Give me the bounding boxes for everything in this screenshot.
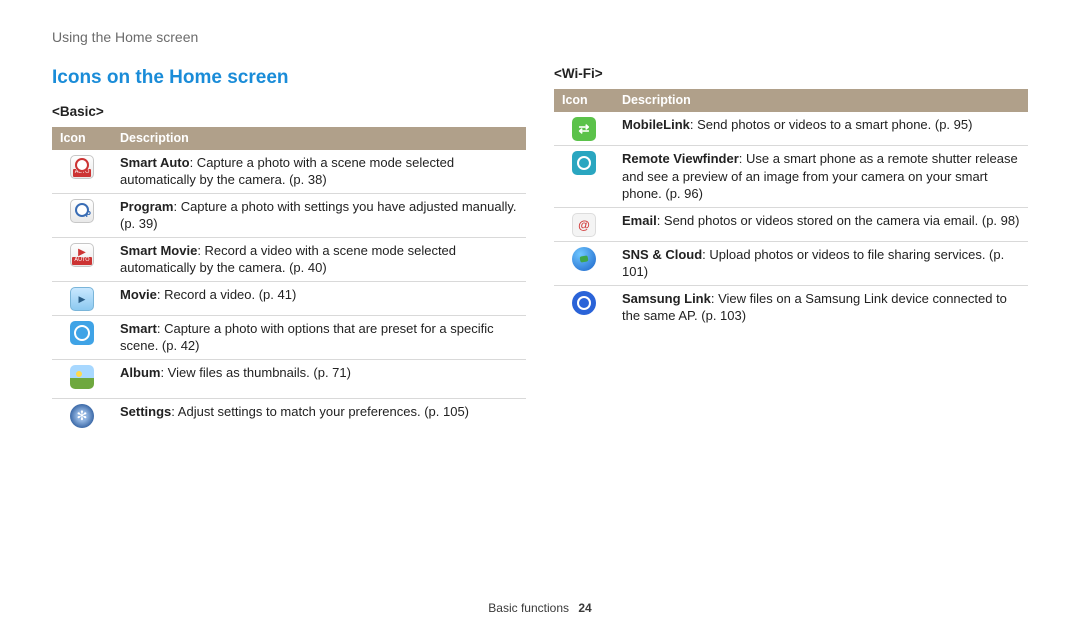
table-row: MobileLink: Send photos or videos to a s… — [554, 112, 1028, 146]
remote-vf-icon — [572, 151, 596, 175]
smart-movie-icon — [70, 243, 94, 267]
icon-cell — [52, 360, 112, 399]
table-row: Smart Auto: Capture a photo with a scene… — [52, 150, 526, 194]
description-term: Samsung Link — [622, 291, 711, 306]
table-header-desc: Description — [614, 89, 1028, 112]
table-row: Smart: Capture a photo with options that… — [52, 315, 526, 359]
description-cell: Movie: Record a video. (p. 41) — [112, 281, 526, 315]
table-header-icon: Icon — [52, 127, 112, 150]
description-term: Movie — [120, 287, 157, 302]
description-cell: Remote Viewfinder: Use a smart phone as … — [614, 145, 1028, 207]
group-label-basic: <Basic> — [52, 103, 526, 121]
description-text: : Record a video. (p. 41) — [157, 287, 296, 302]
description-cell: Program: Capture a photo with settings y… — [112, 193, 526, 237]
description-cell: Settings: Adjust settings to match your … — [112, 398, 526, 432]
description-cell: Smart Movie: Record a video with a scene… — [112, 237, 526, 281]
column-right: <Wi-Fi> Icon Description MobileLink: Sen… — [554, 65, 1028, 432]
icon-cell — [554, 112, 614, 146]
description-text: : Adjust settings to match your preferen… — [171, 404, 469, 419]
description-cell: Album: View files as thumbnails. (p. 71) — [112, 360, 526, 399]
email-icon — [572, 213, 596, 237]
table-row: Settings: Adjust settings to match your … — [52, 398, 526, 432]
column-left: Icons on the Home screen <Basic> Icon De… — [52, 65, 526, 432]
description-term: MobileLink — [622, 117, 690, 132]
description-text: : Send photos or videos stored on the ca… — [657, 213, 1020, 228]
table-row: Movie: Record a video. (p. 41) — [52, 281, 526, 315]
description-term: Album — [120, 365, 160, 380]
movie-icon — [70, 287, 94, 311]
icon-cell — [554, 145, 614, 207]
smart-icon — [70, 321, 94, 345]
icon-cell — [52, 281, 112, 315]
icon-cell — [554, 285, 614, 329]
description-term: Remote Viewfinder — [622, 151, 739, 166]
icon-cell — [52, 315, 112, 359]
table-row: Program: Capture a photo with settings y… — [52, 193, 526, 237]
description-term: Program — [120, 199, 173, 214]
table-header-desc: Description — [112, 127, 526, 150]
description-term: Settings — [120, 404, 171, 419]
table-row: Album: View files as thumbnails. (p. 71) — [52, 360, 526, 399]
icon-cell — [52, 237, 112, 281]
description-cell: SNS & Cloud: Upload photos or videos to … — [614, 241, 1028, 285]
description-text: : Capture a photo with options that are … — [120, 321, 494, 354]
table-row: Email: Send photos or videos stored on t… — [554, 207, 1028, 241]
mobilelink-icon — [572, 117, 596, 141]
description-term: Email — [622, 213, 657, 228]
breadcrumb: Using the Home screen — [52, 28, 1028, 47]
description-term: Smart — [120, 321, 157, 336]
smart-auto-icon — [70, 155, 94, 179]
icon-cell — [554, 207, 614, 241]
icon-cell — [554, 241, 614, 285]
description-cell: Smart Auto: Capture a photo with a scene… — [112, 150, 526, 194]
footer-section: Basic functions — [488, 601, 569, 615]
description-term: Smart Auto — [120, 155, 190, 170]
description-text: : Send photos or videos to a smart phone… — [690, 117, 973, 132]
description-cell: Samsung Link: View files on a Samsung Li… — [614, 285, 1028, 329]
table-row: Remote Viewfinder: Use a smart phone as … — [554, 145, 1028, 207]
description-cell: Smart: Capture a photo with options that… — [112, 315, 526, 359]
settings-icon — [70, 404, 94, 428]
table-header-icon: Icon — [554, 89, 614, 112]
description-text: : View files as thumbnails. (p. 71) — [160, 365, 351, 380]
description-cell: MobileLink: Send photos or videos to a s… — [614, 112, 1028, 146]
globe-icon — [572, 247, 596, 271]
icon-cell — [52, 150, 112, 194]
program-icon — [70, 199, 94, 223]
description-term: SNS & Cloud — [622, 247, 702, 262]
table-wifi: Icon Description MobileLink: Send photos… — [554, 89, 1028, 329]
table-basic: Icon Description Smart Auto: Capture a p… — [52, 127, 526, 432]
table-row: SNS & Cloud: Upload photos or videos to … — [554, 241, 1028, 285]
description-text: : Capture a photo with settings you have… — [120, 199, 517, 232]
samsung-link-icon — [572, 291, 596, 315]
album-icon — [70, 365, 94, 389]
group-label-wifi: <Wi-Fi> — [554, 65, 1028, 83]
icon-cell — [52, 398, 112, 432]
icon-cell — [52, 193, 112, 237]
description-cell: Email: Send photos or videos stored on t… — [614, 207, 1028, 241]
description-term: Smart Movie — [120, 243, 197, 258]
table-row: Samsung Link: View files on a Samsung Li… — [554, 285, 1028, 329]
footer-page-number: 24 — [578, 601, 591, 615]
table-row: Smart Movie: Record a video with a scene… — [52, 237, 526, 281]
page-footer: Basic functions 24 — [0, 600, 1080, 616]
section-title: Icons on the Home screen — [52, 65, 526, 91]
